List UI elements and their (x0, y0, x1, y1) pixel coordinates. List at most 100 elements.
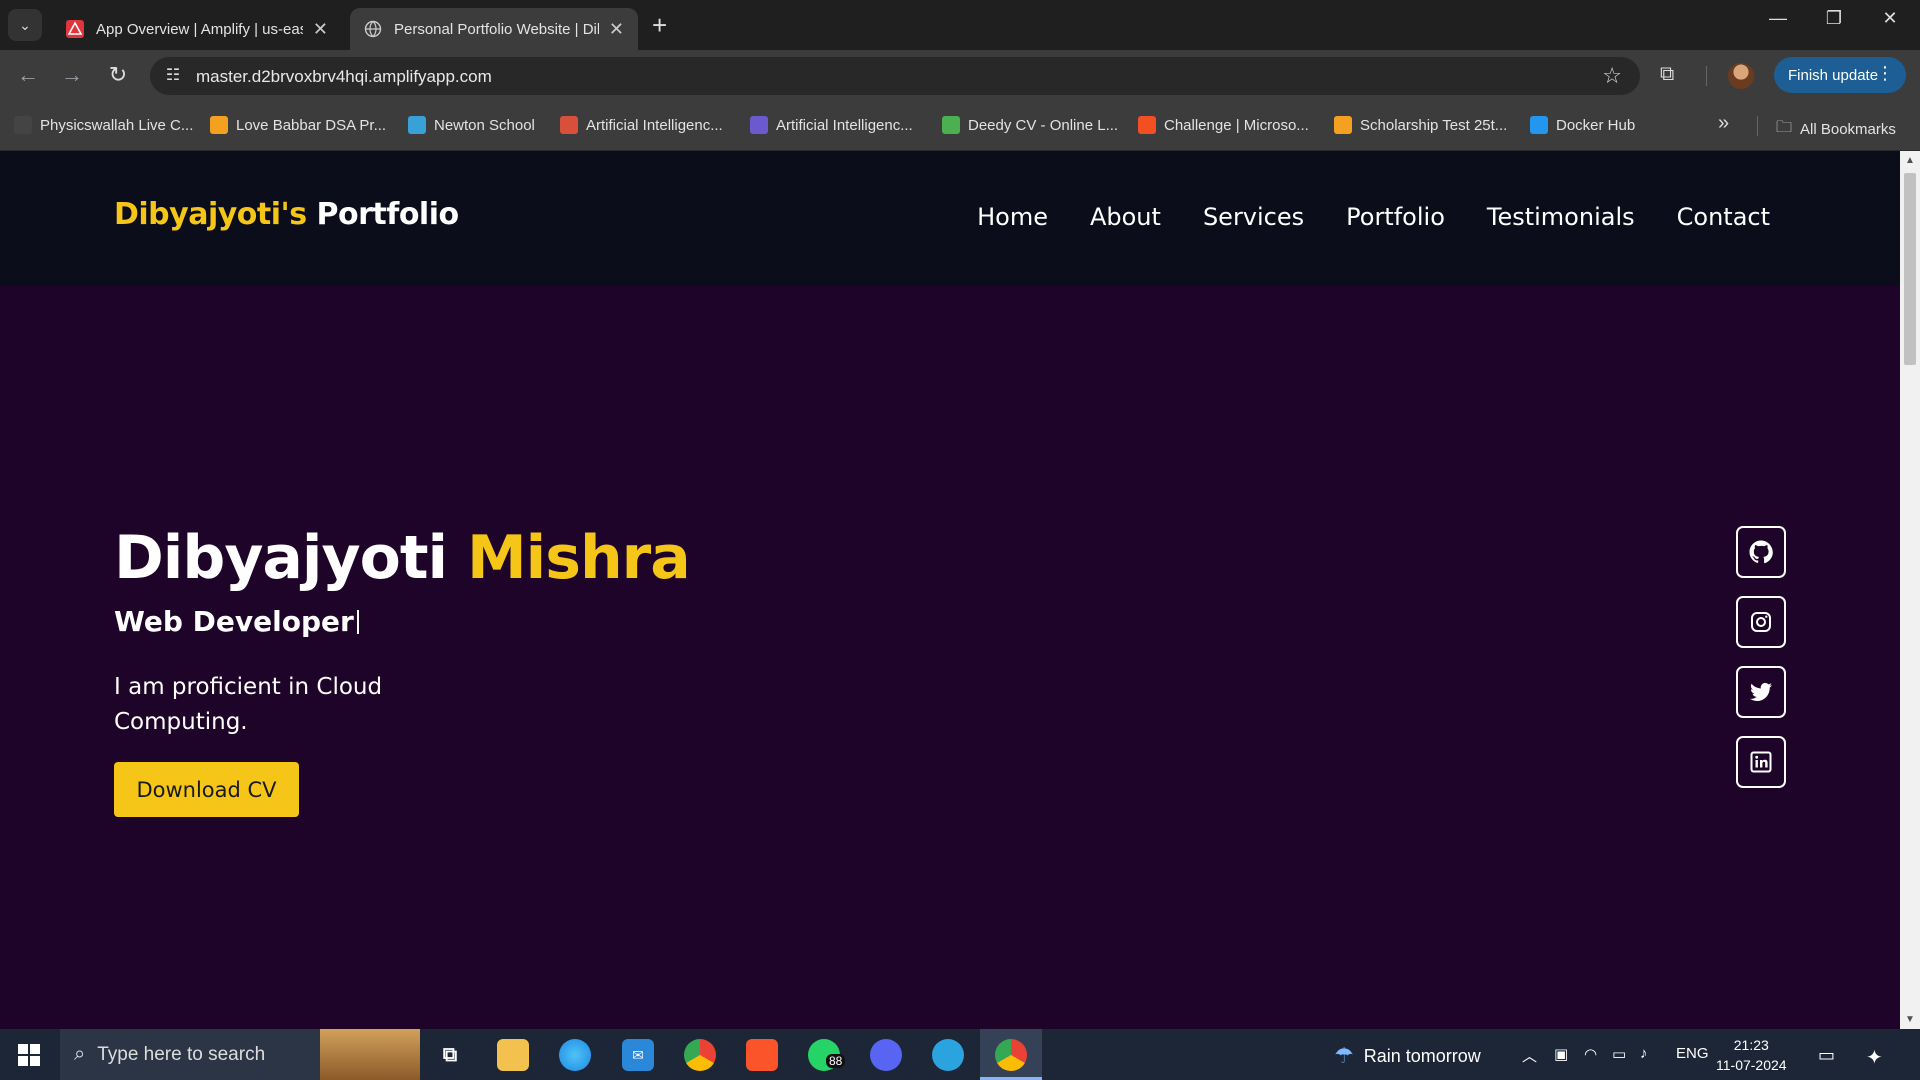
all-bookmarks-button[interactable]: 🗀 All Bookmarks (1776, 116, 1896, 143)
tab-portfolio[interactable]: Personal Portfolio Website | Dibyajyoti … (350, 8, 638, 50)
amplify-icon (66, 20, 84, 38)
nav-portfolio[interactable]: Portfolio (1346, 203, 1445, 231)
nav-about[interactable]: About (1090, 203, 1161, 231)
file-explorer-icon[interactable] (497, 1039, 529, 1071)
nav-home[interactable]: Home (977, 203, 1048, 231)
close-tab-icon[interactable]: ✕ (313, 19, 328, 40)
finish-update-label: Finish update (1788, 66, 1879, 84)
tab-search-button[interactable]: ⌄ (8, 9, 42, 41)
bookmark-favicon-icon (750, 116, 768, 134)
clock-time: 21:23 (1733, 1037, 1769, 1053)
edge-browser-icon[interactable] (559, 1039, 591, 1071)
meet-now-icon[interactable]: ▣ (1554, 1045, 1568, 1063)
scroll-up-icon[interactable]: ▲ (1905, 155, 1915, 166)
site-header: Dibyajyoti's Portfolio Home About Servic… (0, 151, 1900, 286)
chrome-icon[interactable] (684, 1039, 716, 1071)
chrome-profile-icon[interactable] (995, 1039, 1027, 1071)
close-tab-icon[interactable]: ✕ (609, 19, 624, 40)
finish-update-button[interactable]: Finish update ⋮ (1774, 57, 1906, 93)
tab-title: App Overview | Amplify | us-east-1 (96, 20, 303, 38)
site-logo[interactable]: Dibyajyoti's Portfolio (114, 197, 459, 232)
wifi-icon[interactable]: ◠ (1584, 1045, 1597, 1063)
tab-amplify[interactable]: App Overview | Amplify | us-east-1 ✕ (52, 8, 342, 50)
site-info-icon[interactable]: ☷ (162, 65, 184, 87)
bookmark-label: Physicswallah Live C... (40, 116, 194, 134)
bookmark-favicon-icon (1334, 116, 1352, 134)
download-cv-button[interactable]: Download CV (114, 762, 299, 817)
bookmark-item[interactable]: Deedy CV - Online L... (942, 116, 1118, 134)
minimize-icon[interactable]: — (1758, 8, 1798, 29)
instagram-link[interactable] (1736, 596, 1786, 648)
more-vert-icon: ⋮ (1876, 63, 1894, 83)
restore-icon[interactable]: ❐ (1814, 8, 1854, 29)
bookmark-favicon-icon (210, 116, 228, 134)
taskbar-search-box[interactable]: ⌕ Type here to search (60, 1029, 420, 1080)
bookmark-item[interactable]: Newton School (408, 116, 535, 134)
system-clock[interactable]: 21:23 11-07-2024 (1716, 1035, 1787, 1075)
telegram-icon[interactable] (932, 1039, 964, 1071)
hero-description: I am proficient in Cloud Computing. (114, 674, 383, 735)
discord-icon[interactable] (870, 1039, 902, 1071)
new-tab-button[interactable]: + (652, 10, 667, 41)
bookmark-item[interactable]: Artificial Intelligenc... (560, 116, 723, 134)
copilot-icon[interactable]: ✦ (1866, 1045, 1883, 1070)
bookmark-item[interactable]: Artificial Intelligenc... (750, 116, 913, 134)
back-arrow-icon[interactable]: ← (14, 62, 42, 88)
url-text[interactable]: master.d2brvoxbrv4hqi.amplifyapp.com (196, 67, 492, 87)
weather-widget[interactable]: ☂ Rain tomorrow (1334, 1043, 1481, 1069)
brave-icon[interactable] (746, 1039, 778, 1071)
bookmark-item[interactable]: Docker Hub (1530, 116, 1635, 134)
extensions-icon[interactable]: ⧉ (1660, 63, 1674, 86)
chevron-up-icon[interactable]: ︿ (1522, 1045, 1537, 1066)
language-indicator[interactable]: ENG (1676, 1045, 1709, 1062)
tab-strip: ⌄ App Overview | Amplify | us-east-1 ✕ P… (0, 0, 1920, 50)
brand-name: Dibyajyoti's (114, 197, 307, 232)
bookmark-label: Artificial Intelligenc... (586, 116, 723, 134)
portfolio-page: Dibyajyoti's Portfolio Home About Servic… (0, 151, 1900, 1029)
bookmark-label: Deedy CV - Online L... (968, 116, 1119, 134)
bookmark-item[interactable]: Physicswallah Live C... (14, 116, 193, 134)
bookmark-favicon-icon (942, 116, 960, 134)
profile-avatar[interactable] (1728, 63, 1754, 89)
nav-services[interactable]: Services (1203, 203, 1304, 231)
notification-icon[interactable]: ▭ (1818, 1045, 1835, 1066)
forward-arrow-icon[interactable]: → (58, 62, 86, 88)
close-window-icon[interactable]: ✕ (1870, 8, 1910, 29)
nav-contact[interactable]: Contact (1677, 203, 1770, 231)
twitter-icon (1750, 682, 1772, 701)
scroll-down-icon[interactable]: ▼ (1905, 1014, 1915, 1025)
browser-toolbar: ← → ↻ ☷ master.d2brvoxbrv4hqi.amplifyapp… (0, 50, 1920, 100)
globe-icon (364, 20, 382, 38)
bookmarks-bar: Physicswallah Live C... Love Babbar DSA … (0, 100, 1920, 151)
umbrella-rain-icon: ☂ (1334, 1043, 1354, 1068)
bookmark-star-icon[interactable]: ☆ (1602, 63, 1622, 89)
bookmark-item[interactable]: Challenge | Microso... (1138, 116, 1309, 134)
linkedin-link[interactable] (1736, 736, 1786, 788)
volume-icon[interactable]: ♪ (1640, 1045, 1648, 1062)
bookmark-favicon-icon (408, 116, 426, 134)
typing-caret (356, 610, 359, 634)
twitter-link[interactable] (1736, 666, 1786, 718)
more-bookmarks-icon[interactable]: » (1718, 112, 1729, 135)
bookmarks-divider (1757, 116, 1758, 136)
address-bar[interactable]: ☷ master.d2brvoxbrv4hqi.amplifyapp.com ☆ (150, 57, 1640, 95)
page-scrollbar[interactable]: ▲ ▼ (1900, 151, 1920, 1029)
windows-start-icon[interactable] (18, 1044, 40, 1066)
search-icon: ⌕ (74, 1043, 86, 1065)
battery-icon[interactable]: ▭ (1612, 1045, 1626, 1063)
bookmark-favicon-icon (14, 116, 32, 134)
toolbar-divider (1706, 66, 1707, 86)
nav-testimonials[interactable]: Testimonials (1487, 203, 1635, 231)
bookmark-item[interactable]: Scholarship Test 25t... (1334, 116, 1507, 134)
mail-icon[interactable]: ✉ (622, 1039, 654, 1071)
github-icon (1749, 540, 1773, 564)
scrollbar-thumb[interactable] (1904, 173, 1916, 365)
bookmark-favicon-icon (560, 116, 578, 134)
bookmark-label: Newton School (434, 116, 535, 134)
github-link[interactable] (1736, 526, 1786, 578)
task-view-icon[interactable]: ⧉ (434, 1039, 466, 1071)
hero-first-name: Dibyajyoti (114, 523, 448, 593)
linkedin-icon (1750, 751, 1772, 773)
reload-icon[interactable]: ↻ (104, 62, 132, 88)
bookmark-item[interactable]: Love Babbar DSA Pr... (210, 116, 386, 134)
